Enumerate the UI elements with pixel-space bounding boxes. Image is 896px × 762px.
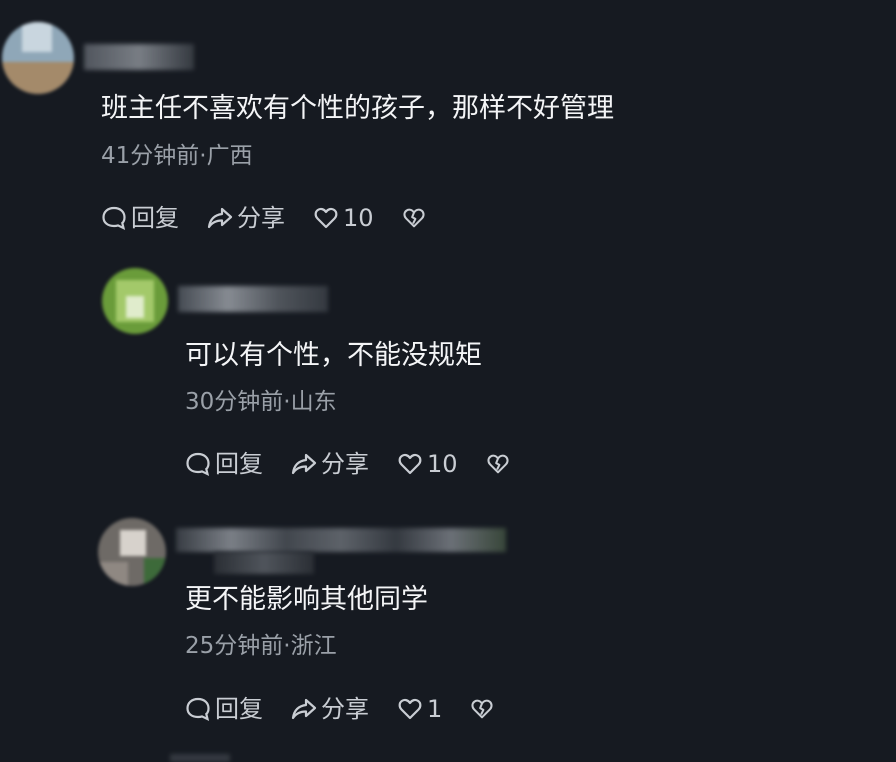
dislike-button[interactable] <box>470 697 494 721</box>
share-button[interactable]: 分享 <box>291 450 369 478</box>
comment-actions: 回复 分享 1 <box>185 693 522 725</box>
comment-text: 班主任不喜欢有个性的孩子，那样不好管理 <box>101 93 614 124</box>
like-button[interactable]: 1 <box>397 695 442 723</box>
heart-icon <box>398 453 422 475</box>
avatar[interactable] <box>2 22 74 94</box>
like-count: 10 <box>343 204 374 232</box>
like-count: 1 <box>427 695 443 723</box>
comment-actions: 回复 分享 10 <box>185 448 538 480</box>
speech-bubble-icon <box>102 206 126 230</box>
next-comment-peek <box>170 754 230 762</box>
speech-bubble-icon <box>186 452 210 476</box>
share-button[interactable]: 分享 <box>207 204 285 232</box>
share-arrow-icon <box>291 453 317 475</box>
broken-heart-icon <box>402 208 425 228</box>
comment-meta: 41分钟前·广西 <box>101 143 253 169</box>
dislike-button[interactable] <box>402 206 426 230</box>
heart-icon <box>398 698 422 720</box>
comment-meta: 30分钟前·山东 <box>185 389 337 415</box>
dislike-button[interactable] <box>486 452 510 476</box>
avatar[interactable] <box>102 268 168 334</box>
reply-label: 回复 <box>215 450 263 478</box>
reply-button[interactable]: 回复 <box>185 450 263 478</box>
like-button[interactable]: 10 <box>397 450 458 478</box>
speech-bubble-icon <box>186 697 210 721</box>
share-label: 分享 <box>321 450 369 478</box>
heart-icon <box>314 207 338 229</box>
like-count: 10 <box>427 450 458 478</box>
comment-text: 可以有个性，不能没规矩 <box>185 340 482 371</box>
share-button[interactable]: 分享 <box>291 695 369 723</box>
username-blurred-line <box>214 552 314 574</box>
reply-label: 回复 <box>215 695 263 723</box>
comment-item: 班主任不喜欢有个性的孩子，那样不好管理 41分钟前·广西 回复 分享 10 <box>0 0 896 250</box>
reply-item: 可以有个性，不能没规矩 30分钟前·山东 回复 分享 10 <box>0 250 896 500</box>
avatar[interactable] <box>98 518 166 586</box>
username-blurred[interactable] <box>178 286 328 312</box>
broken-heart-icon <box>471 699 493 719</box>
username-blurred[interactable] <box>84 44 194 70</box>
share-label: 分享 <box>237 204 285 232</box>
comment-actions: 回复 分享 10 <box>101 202 454 234</box>
share-label: 分享 <box>321 695 369 723</box>
comment-meta: 25分钟前·浙江 <box>185 633 337 659</box>
reply-label: 回复 <box>131 204 179 232</box>
reply-button[interactable]: 回复 <box>101 204 179 232</box>
reply-item: 更不能影响其他同学 25分钟前·浙江 回复 分享 1 <box>0 500 896 762</box>
share-arrow-icon <box>207 207 233 229</box>
reply-button[interactable]: 回复 <box>185 695 263 723</box>
like-button[interactable]: 10 <box>313 204 374 232</box>
broken-heart-icon <box>486 454 509 474</box>
comment-text: 更不能影响其他同学 <box>185 584 428 615</box>
share-arrow-icon <box>291 698 317 720</box>
username-blurred[interactable] <box>176 528 506 552</box>
